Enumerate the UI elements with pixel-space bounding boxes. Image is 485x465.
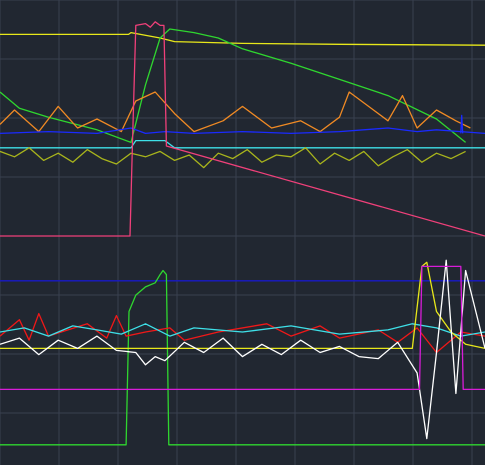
oscilloscope-chart [0,0,485,465]
chart-background [0,0,485,465]
